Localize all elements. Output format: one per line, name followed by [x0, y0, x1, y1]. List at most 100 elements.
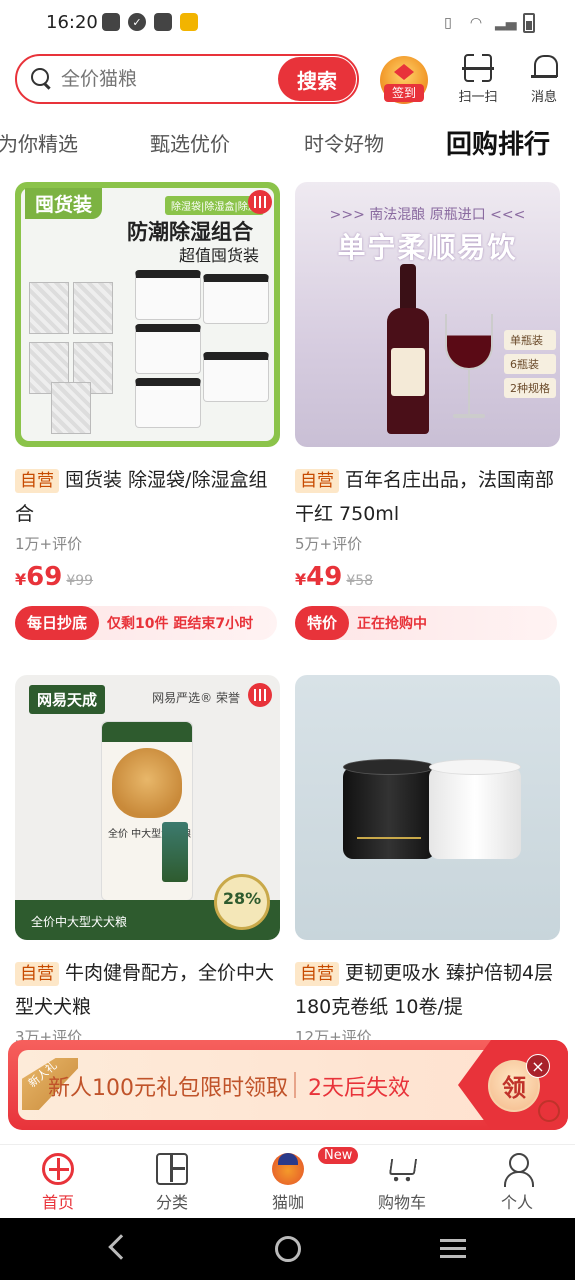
bottle-label — [391, 348, 425, 396]
status-bar: 16:20 ✓ ▯ ◠ ▂▄ — [0, 0, 575, 48]
tab-repurchase-ranking[interactable]: 回购排行 — [446, 124, 550, 161]
dehumidifier-box — [203, 274, 269, 324]
home-circle-icon[interactable] — [275, 1236, 301, 1262]
product-card[interactable]: 网易天成 网易严选® 荣誉 全价 中大型犬犬粮 全价中大型犬犬粮 28% 自营牛… — [15, 675, 280, 1047]
image-subline: 超值囤货装 — [179, 246, 260, 265]
nav-cat-cafe[interactable]: New 猫咖 — [248, 1147, 359, 1213]
category-tabs: 为你精选 甄选优价 时令好物 回购排行 — [0, 116, 575, 172]
price-currency: ¥ — [295, 570, 307, 589]
spec-tag: 6瓶装 — [504, 354, 556, 374]
product-card[interactable]: >>> 南法混酿 原瓶进口 <<< 单宁柔顺易饮 单瓶装 6瓶装 2种规格 自营… — [295, 182, 560, 640]
product-title[interactable]: 自营 囤货装 除湿袋/除湿盒组合 — [15, 463, 277, 531]
checkin-icon — [394, 64, 414, 80]
spec-tag: 单瓶装 — [504, 330, 556, 350]
checkin-button[interactable]: 签到 — [380, 56, 428, 104]
dehumidifier-box — [135, 270, 201, 320]
image-headline: 单宁柔顺易饮 — [337, 231, 518, 264]
search-button[interactable]: 搜索 — [278, 57, 356, 101]
bell-icon — [530, 54, 558, 82]
nav-home[interactable]: 首页 — [18, 1153, 98, 1213]
spec-tag: 2种规格 — [504, 378, 556, 398]
search-icon — [31, 68, 53, 90]
app-notification-icon — [154, 13, 172, 31]
glass-stem — [468, 370, 470, 414]
recent-apps-icon[interactable] — [440, 1239, 466, 1259]
scan-label: 扫一扫 — [458, 90, 498, 105]
brand-logo-icon — [538, 1100, 560, 1122]
bottle-neck — [400, 264, 416, 314]
self-operated-badge: 自营 — [295, 469, 339, 493]
product-image[interactable] — [295, 675, 560, 940]
nav-cart-label: 购物车 — [377, 1193, 426, 1212]
bag-kibble-panel — [162, 822, 188, 882]
image-corner-badge: 囤货装 — [25, 188, 103, 219]
status-time: 16:20 — [46, 12, 98, 33]
tab-picked-for-you[interactable]: 为你精选 — [0, 128, 78, 157]
dehumidifier-box — [203, 352, 269, 402]
gift-expire-text: 2天后失效 — [308, 1076, 410, 1101]
promo-banner[interactable]: 每日抄底 仅剩10件 距结束7小时 — [15, 606, 277, 640]
search-input[interactable] — [61, 66, 281, 92]
ranking-icon — [248, 190, 272, 214]
wifi-icon: ◠ — [469, 15, 483, 31]
self-operated-badge: 自营 — [15, 469, 59, 493]
ranking-icon — [248, 683, 272, 707]
promo-pill: 每日抄底 — [15, 606, 100, 640]
original-price: ¥58 — [346, 573, 374, 589]
messages-button[interactable]: 消息 — [517, 54, 571, 106]
product-title[interactable]: 自营 百年名庄出品，法国南部干红 750ml — [295, 463, 557, 531]
nav-cart[interactable]: 购物车 — [362, 1153, 442, 1213]
weather-notification-icon — [180, 13, 198, 31]
cat-cafe-icon: New — [272, 1147, 359, 1185]
vibrate-icon: ▯ — [444, 15, 452, 31]
dog-food-bag: 全价 中大型犬犬粮 — [101, 721, 193, 901]
image-brand: 网易天成 — [29, 685, 106, 714]
spec-tags: 单瓶装 6瓶装 2种规格 — [504, 330, 556, 398]
back-icon[interactable] — [108, 1234, 134, 1260]
nav-profile-label: 个人 — [500, 1193, 533, 1212]
cart-icon — [386, 1153, 418, 1185]
wine-bottle — [387, 264, 429, 434]
nav-category[interactable]: 分类 — [132, 1153, 212, 1213]
promo-text: 仅剩10件 距结束7小时 — [107, 616, 254, 632]
price-currency: ¥ — [15, 570, 27, 589]
white-tissue-roll — [429, 759, 521, 859]
product-image[interactable]: 囤货装 除湿袋|除湿盒|除湿 防潮除湿组合 超值囤货装 — [15, 182, 280, 447]
dog-illustration — [112, 748, 182, 818]
system-navigation-bar — [0, 1218, 575, 1280]
wine-glass — [445, 314, 493, 424]
product-price: 69 — [26, 562, 63, 592]
dehumidifier-bag — [29, 282, 69, 334]
product-image[interactable]: 网易天成 网易严选® 荣誉 全价 中大型犬犬粮 全价中大型犬犬粮 28% — [15, 675, 280, 940]
product-title[interactable]: 自营 牛肉健骨配方，全价中大型犬犬粮 — [15, 956, 277, 1024]
system-status-icons: ▯ ◠ ▂▄ — [439, 13, 535, 33]
product-card[interactable]: 囤货装 除湿袋|除湿盒|除湿 防潮除湿组合 超值囤货装 自营 囤货装 除湿袋/除湿… — [15, 182, 280, 640]
bag-top — [102, 722, 192, 742]
product-card[interactable]: 自营 更韧更吸水 臻护倍韧4层180克卷纸 10卷/提 12万+评价 — [295, 675, 560, 1047]
checkin-label: 签到 — [384, 84, 424, 102]
protein-seal: 28% — [214, 874, 270, 930]
price-row: ¥ 69 ¥99 — [15, 562, 280, 592]
nav-cat-cafe-label: 猫咖 — [271, 1193, 304, 1212]
nav-profile[interactable]: 个人 — [477, 1153, 557, 1213]
gift-banner-divider — [294, 1072, 296, 1098]
new-badge: New — [318, 1147, 359, 1164]
dehumidifier-box — [135, 378, 201, 428]
product-reviews: 1万+评价 — [15, 535, 83, 553]
product-title[interactable]: 自营 更韧更吸水 臻护倍韧4层180克卷纸 10卷/提 — [295, 956, 557, 1024]
tab-seasonal[interactable]: 时令好物 — [304, 128, 384, 157]
gift-banner-text: 新人100元礼包限时领取 — [48, 1076, 288, 1101]
product-image[interactable]: >>> 南法混酿 原瓶进口 <<< 单宁柔顺易饮 单瓶装 6瓶装 2种规格 — [295, 182, 560, 447]
image-band-text: 全价中大型犬犬粮 — [31, 915, 128, 929]
scan-button[interactable]: 扫一扫 — [451, 53, 505, 106]
home-icon — [42, 1153, 74, 1185]
image-top-line: >>> 南法混酿 原瓶进口 <<< — [329, 207, 526, 223]
promo-banner[interactable]: 特价 正在抢购中 — [295, 606, 557, 640]
original-price: ¥99 — [66, 573, 94, 589]
image-brand-secondary: 网易严选® 荣誉 — [152, 691, 240, 705]
new-user-gift-banner[interactable]: 新人礼 新人100元礼包限时领取 2天后失效 领 × — [8, 1040, 568, 1130]
tab-selected-deals[interactable]: 甄选优价 — [150, 128, 230, 157]
close-icon[interactable]: × — [526, 1054, 550, 1078]
search-box[interactable]: 搜索 — [15, 54, 359, 104]
price-row: ¥ 49 ¥58 — [295, 562, 560, 592]
